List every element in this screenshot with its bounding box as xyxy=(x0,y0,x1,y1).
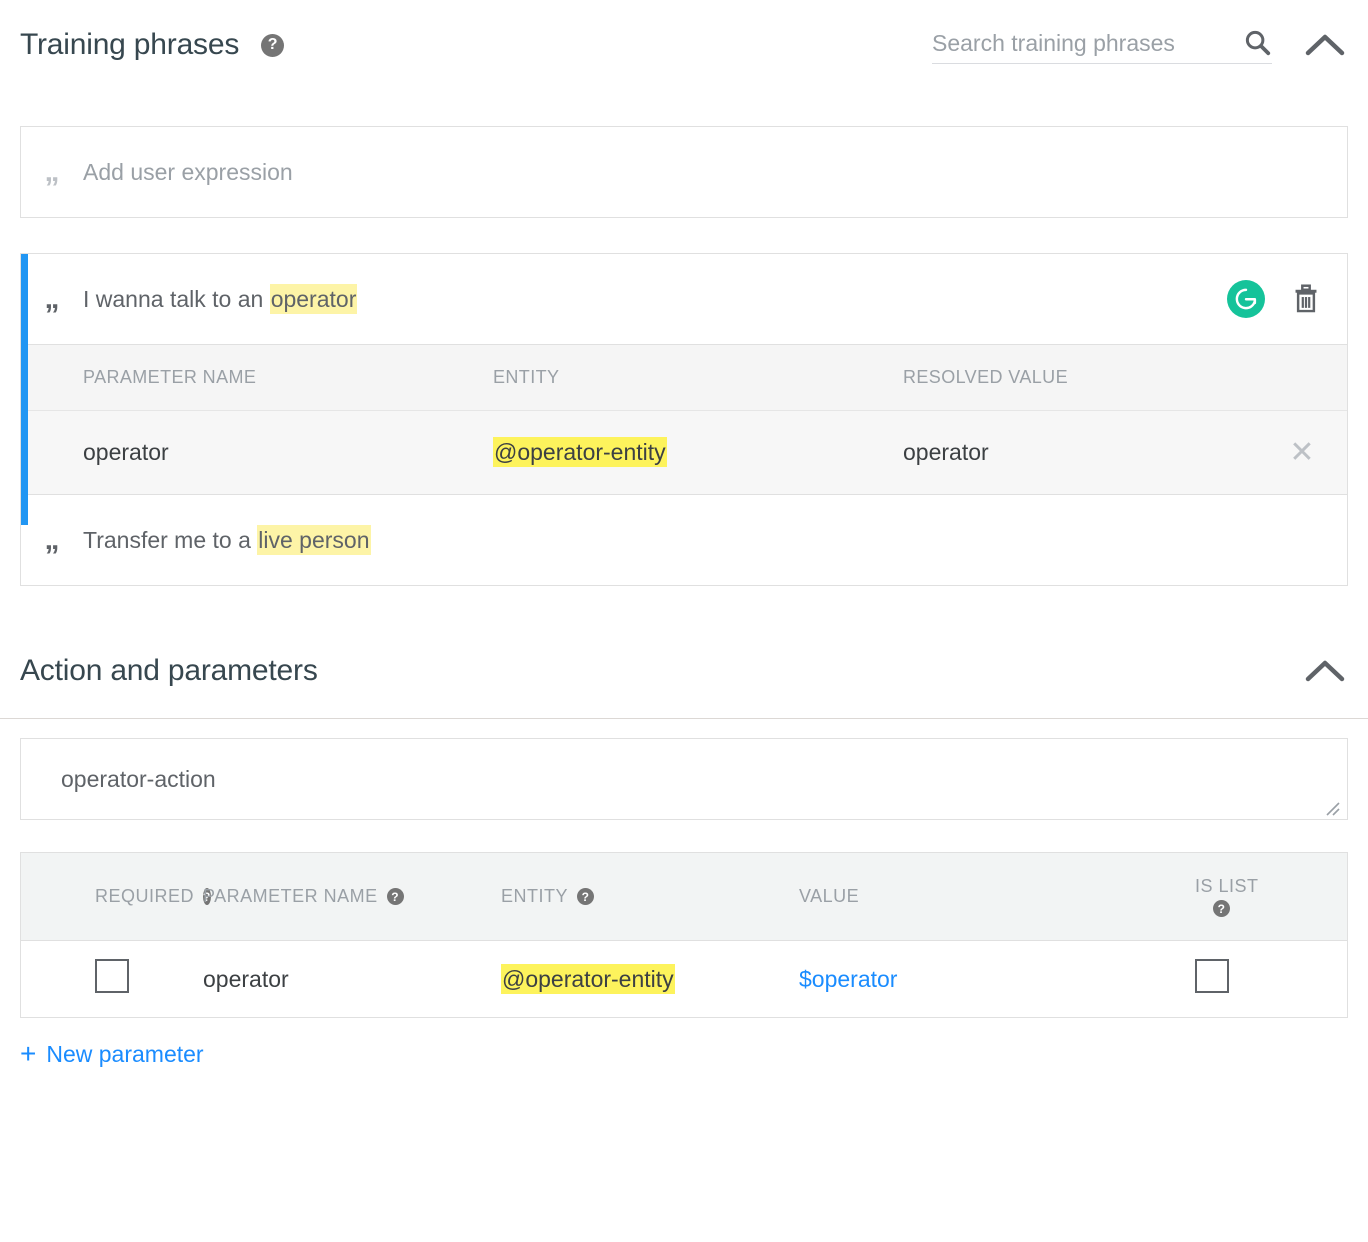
cell-is-list xyxy=(1099,959,1347,999)
training-phrase-row[interactable]: „ Transfer me to a live person xyxy=(21,495,1347,585)
phrase-parameters-table: PARAMETER NAME ENTITY RESOLVED VALUE ope… xyxy=(21,344,1347,495)
column-header-is-list: IS LIST ? xyxy=(1099,876,1347,917)
entity-chip[interactable]: @operator-entity xyxy=(493,437,667,467)
action-value: operator-action xyxy=(61,765,216,792)
help-icon[interactable]: ? xyxy=(1213,900,1230,917)
phrase-row-actions xyxy=(1227,280,1323,318)
training-phrase-text: I wanna talk to an operator xyxy=(83,283,1227,314)
column-header-required: REQUIRED ? xyxy=(21,886,211,907)
quote-icon: „ xyxy=(44,282,60,315)
cell-resolved-value: operator xyxy=(903,439,989,465)
delete-phrase-button[interactable] xyxy=(1289,282,1323,316)
search-icon[interactable] xyxy=(1242,27,1272,57)
collapse-action-parameters-button[interactable] xyxy=(1302,648,1348,694)
action-parameters-table: REQUIRED ? PARAMETER NAME ? ENTITY ? VAL… xyxy=(20,852,1348,1018)
search-input[interactable] xyxy=(932,29,1236,57)
cell-parameter-name[interactable]: operator xyxy=(203,966,501,993)
column-header-resolved-value: RESOLVED VALUE xyxy=(903,367,1068,387)
column-header-is-list-label: IS LIST xyxy=(1195,876,1259,896)
add-user-expression-card[interactable]: „ Add user expression xyxy=(20,126,1348,218)
phrase-text-before: Transfer me to a xyxy=(83,526,258,553)
add-user-expression-row[interactable]: „ Add user expression xyxy=(21,127,1347,217)
phrase-text-before: I wanna talk to an xyxy=(83,285,270,312)
resize-handle-icon[interactable] xyxy=(1324,797,1342,816)
column-header-entity: ENTITY xyxy=(493,367,560,387)
plus-icon: + xyxy=(20,1038,37,1069)
cell-parameter-name[interactable]: operator xyxy=(83,439,493,466)
quote-icon: „ xyxy=(44,155,60,188)
training-phrase-text: Transfer me to a live person xyxy=(83,524,1323,555)
column-header-entity: ENTITY ? xyxy=(501,886,799,907)
new-parameter-button[interactable]: + New parameter xyxy=(20,1040,204,1068)
column-header-parameter-name-label: PARAMETER NAME xyxy=(203,886,378,906)
collapse-training-phrases-button[interactable] xyxy=(1302,22,1348,68)
required-checkbox[interactable] xyxy=(95,959,129,993)
help-icon[interactable]: ? xyxy=(386,888,404,905)
is-list-checkbox[interactable] xyxy=(1195,959,1229,993)
cell-value[interactable]: $operator xyxy=(799,966,1099,993)
action-input[interactable]: operator-action xyxy=(20,738,1348,820)
quote-icon: „ xyxy=(44,523,60,556)
action-and-parameters-header: Action and parameters xyxy=(0,626,1368,716)
cell-entity[interactable]: @operator-entity xyxy=(501,963,799,994)
cell-required xyxy=(21,959,203,999)
help-icon[interactable]: ? xyxy=(261,33,285,57)
column-header-parameter-name: PARAMETER NAME ? xyxy=(203,886,501,907)
remove-parameter-button[interactable]: ✕ xyxy=(1257,437,1347,468)
action-parameters-header: REQUIRED ? PARAMETER NAME ? ENTITY ? VAL… xyxy=(21,853,1347,941)
phrase-highlight-entity[interactable]: live person xyxy=(257,524,371,555)
entity-chip[interactable]: @operator-entity xyxy=(501,963,675,994)
table-row: operator @operator-entity $operator xyxy=(21,941,1347,1017)
training-phrase-row[interactable]: „ I wanna talk to an operator xyxy=(21,254,1347,344)
page-title: Training phrases xyxy=(20,28,240,61)
selected-phrase-accent-bar xyxy=(21,254,28,525)
cell-entity[interactable]: @operator-entity xyxy=(493,437,903,467)
section-divider xyxy=(0,718,1368,719)
phrase-parameters-header: PARAMETER NAME ENTITY RESOLVED VALUE xyxy=(21,345,1347,411)
column-header-value: VALUE xyxy=(799,886,1099,907)
column-header-entity-label: ENTITY xyxy=(501,886,569,906)
new-parameter-label: New parameter xyxy=(46,1040,204,1067)
help-icon[interactable]: ? xyxy=(577,888,595,905)
column-header-parameter-name: PARAMETER NAME xyxy=(83,367,257,387)
training-phrases-header: Training phrases ? xyxy=(0,0,1368,90)
close-icon[interactable]: ✕ xyxy=(1289,437,1314,468)
table-row: operator @operator-entity operator ✕ xyxy=(21,411,1347,495)
search-training-phrases[interactable] xyxy=(932,27,1272,64)
grammarly-icon[interactable] xyxy=(1227,280,1265,318)
column-header-required-label: REQUIRED xyxy=(95,886,195,906)
training-phrase-list: „ I wanna talk to an operator PARAMETER … xyxy=(20,253,1348,586)
dialogflow-intent-editor: Training phrases ? „ Add user expression xyxy=(0,0,1368,1242)
column-header-value-label: VALUE xyxy=(799,886,860,906)
add-user-expression-placeholder: Add user expression xyxy=(83,158,293,185)
section-title: Action and parameters xyxy=(20,654,318,687)
phrase-highlight-entity[interactable]: operator xyxy=(269,283,358,314)
